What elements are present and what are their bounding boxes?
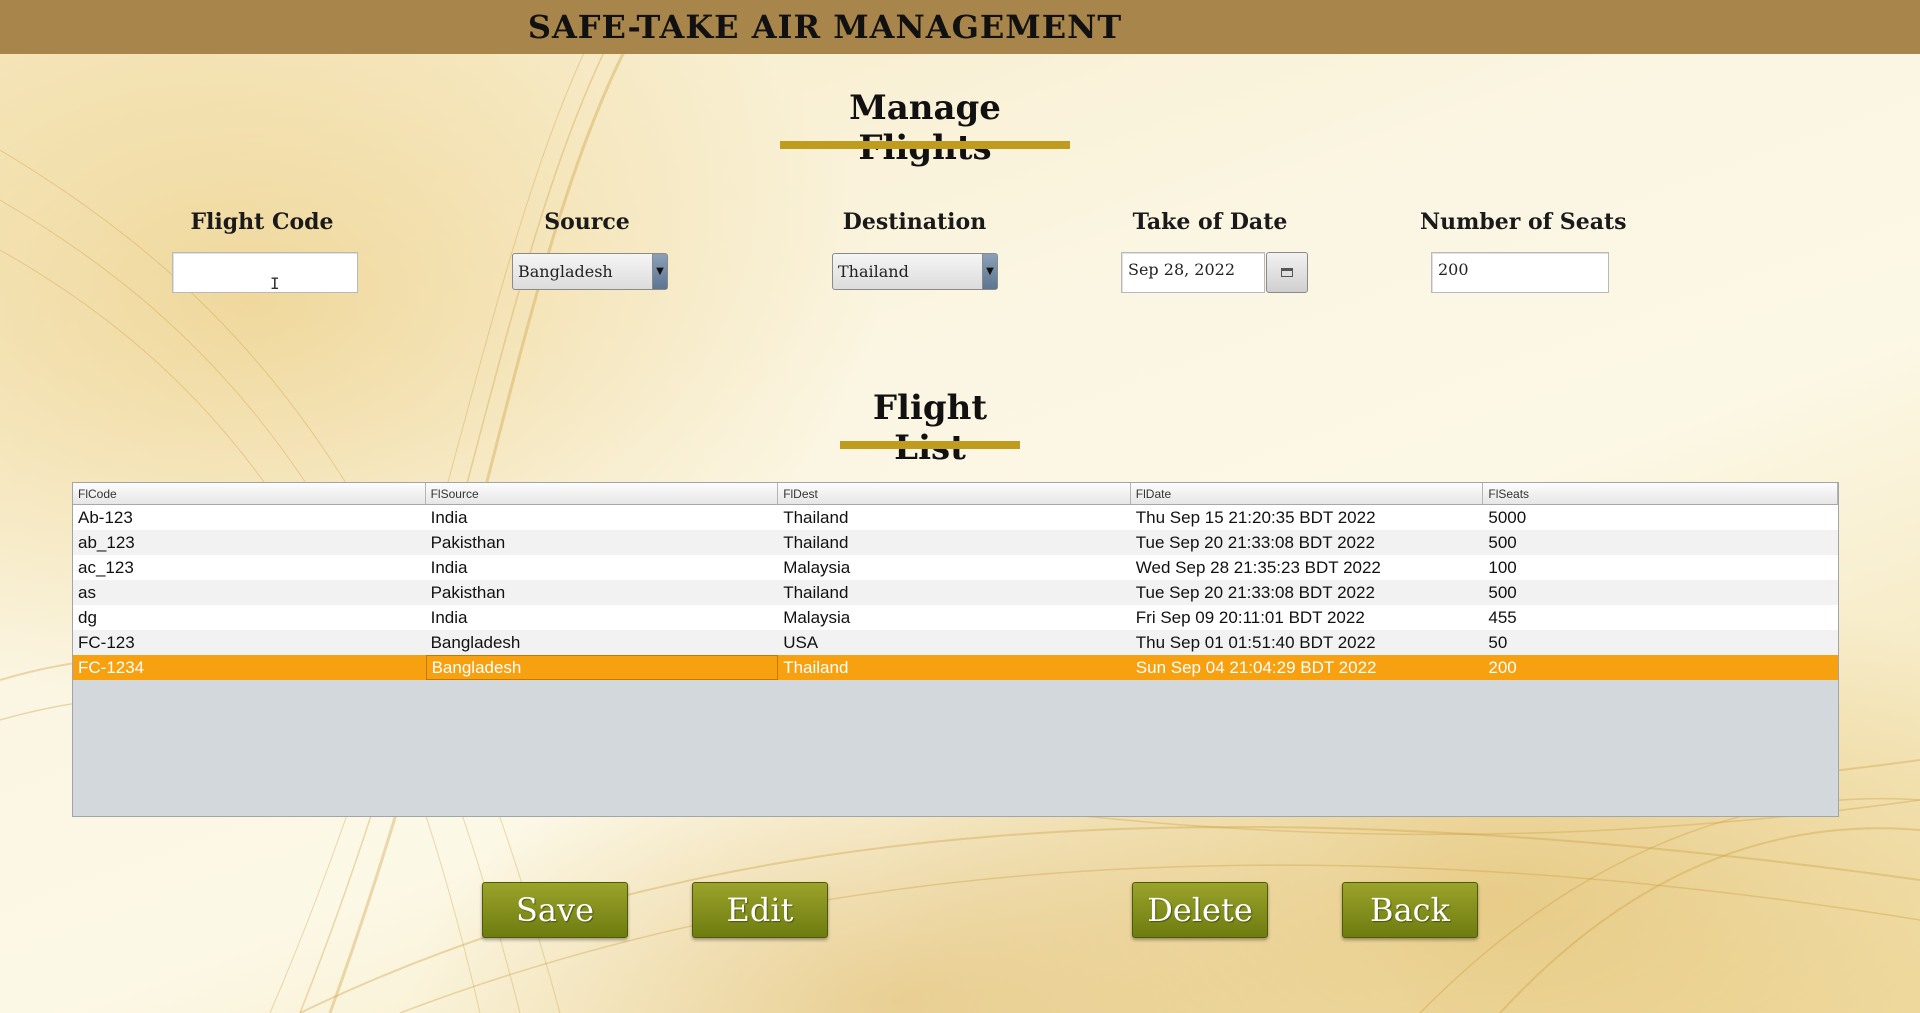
- number-of-seats-label: Number of Seats: [1420, 209, 1627, 235]
- chevron-down-icon[interactable]: ▼: [652, 254, 667, 289]
- header-bar: SAFE-TAKE AIR MANAGEMENT: [0, 0, 1920, 54]
- source-selected-value: Bangladesh: [518, 262, 613, 281]
- column-header-flsource[interactable]: FlSource: [426, 483, 779, 504]
- cell-code: ab_123: [78, 533, 135, 552]
- cell-destination: Malaysia: [783, 608, 851, 627]
- cell-date: Fri Sep 09 20:11:01 BDT 2022: [1135, 608, 1365, 627]
- destination-label: Destination: [842, 209, 987, 235]
- delete-button[interactable]: Delete: [1132, 882, 1268, 938]
- cell-seats: 500: [1488, 533, 1517, 552]
- app-title: SAFE-TAKE AIR MANAGEMENT: [527, 8, 1123, 46]
- column-header-flseats[interactable]: FlSeats: [1483, 483, 1838, 504]
- cell-code: ac_123: [78, 558, 134, 577]
- edit-button[interactable]: Edit: [692, 882, 828, 938]
- cell-code: FC-1234: [78, 658, 145, 677]
- cell-seats: 100: [1488, 558, 1517, 577]
- take-of-date-input[interactable]: Sep 28, 2022: [1121, 252, 1265, 293]
- cell-date: Sun Sep 04 21:04:29 BDT 2022: [1135, 658, 1377, 677]
- table-row[interactable]: as Pakisthan Thailand Tue Sep 20 21:33:0…: [73, 580, 1838, 605]
- flight-code-input[interactable]: [172, 252, 358, 293]
- cell-date: Thu Sep 15 21:20:35 BDT 2022: [1135, 508, 1376, 527]
- destination-selected-value: Thailand: [838, 262, 909, 281]
- cell-date: Wed Sep 28 21:35:23 BDT 2022: [1135, 558, 1381, 577]
- cell-seats: 50: [1488, 633, 1508, 652]
- column-header-flcode[interactable]: FlCode: [73, 483, 426, 504]
- table-row[interactable]: FC-123 Bangladesh USA Thu Sep 01 01:51:4…: [73, 630, 1838, 655]
- table-row-selected[interactable]: FC-1234 Bangladesh Thailand Sun Sep 04 2…: [73, 655, 1838, 680]
- back-button[interactable]: Back: [1342, 882, 1478, 938]
- source-label: Source: [544, 209, 630, 235]
- cell-destination: Thailand: [783, 533, 849, 552]
- calendar-icon: [1281, 268, 1293, 277]
- cell-code: as: [78, 583, 96, 602]
- cell-source: India: [430, 608, 468, 627]
- text-cursor-icon: I: [270, 274, 280, 293]
- cell-date: Tue Sep 20 21:33:08 BDT 2022: [1135, 583, 1375, 602]
- flight-list-title: Flight List: [872, 388, 988, 468]
- chevron-down-icon[interactable]: ▼: [982, 254, 997, 289]
- table-row[interactable]: Ab-123 India Thailand Thu Sep 15 21:20:3…: [73, 505, 1838, 530]
- cell-destination: USA: [783, 633, 819, 652]
- cell-code: FC-123: [78, 633, 135, 652]
- cell-destination: Thailand: [783, 658, 849, 677]
- cell-date: Tue Sep 20 21:33:08 BDT 2022: [1135, 533, 1375, 552]
- cell-source: Pakisthan: [430, 583, 506, 602]
- cell-date: Thu Sep 01 01:51:40 BDT 2022: [1135, 633, 1376, 652]
- table-header: FlCode FlSource FlDest FlDate FlSeats: [73, 483, 1838, 505]
- cell-source: Bangladesh: [425, 655, 779, 680]
- cell-source: India: [430, 508, 468, 527]
- flight-code-label: Flight Code: [190, 209, 334, 235]
- number-of-seats-input[interactable]: 200: [1431, 252, 1609, 293]
- column-header-fldate[interactable]: FlDate: [1131, 483, 1484, 504]
- take-of-date-label: Take of Date: [1132, 209, 1288, 235]
- flight-table[interactable]: FlCode FlSource FlDest FlDate FlSeats Ab…: [72, 482, 1839, 817]
- cell-source: Pakisthan: [430, 533, 506, 552]
- cell-destination: Thailand: [783, 508, 849, 527]
- manage-flights-title: Manage Flights: [849, 88, 1001, 168]
- cell-seats: 500: [1488, 583, 1517, 602]
- manage-flights-underline: [780, 141, 1070, 149]
- source-select[interactable]: Bangladesh ▼: [512, 253, 668, 290]
- column-header-fldest[interactable]: FlDest: [778, 483, 1131, 504]
- cell-destination: Malaysia: [783, 558, 851, 577]
- cell-source: Bangladesh: [430, 633, 521, 652]
- cell-code: Ab-123: [78, 508, 133, 527]
- cell-seats: 455: [1488, 608, 1517, 627]
- table-row[interactable]: ac_123 India Malaysia Wed Sep 28 21:35:2…: [73, 555, 1838, 580]
- cell-code: dg: [78, 608, 97, 627]
- cell-source: India: [430, 558, 468, 577]
- table-row[interactable]: ab_123 Pakisthan Thailand Tue Sep 20 21:…: [73, 530, 1838, 555]
- date-picker-button[interactable]: [1266, 252, 1308, 293]
- cell-seats: 200: [1488, 658, 1517, 677]
- save-button[interactable]: Save: [482, 882, 628, 938]
- cell-destination: Thailand: [783, 583, 849, 602]
- table-row[interactable]: dg India Malaysia Fri Sep 09 20:11:01 BD…: [73, 605, 1838, 630]
- cell-seats: 5000: [1488, 508, 1527, 527]
- destination-select[interactable]: Thailand ▼: [832, 253, 998, 290]
- flight-list-underline: [840, 441, 1020, 449]
